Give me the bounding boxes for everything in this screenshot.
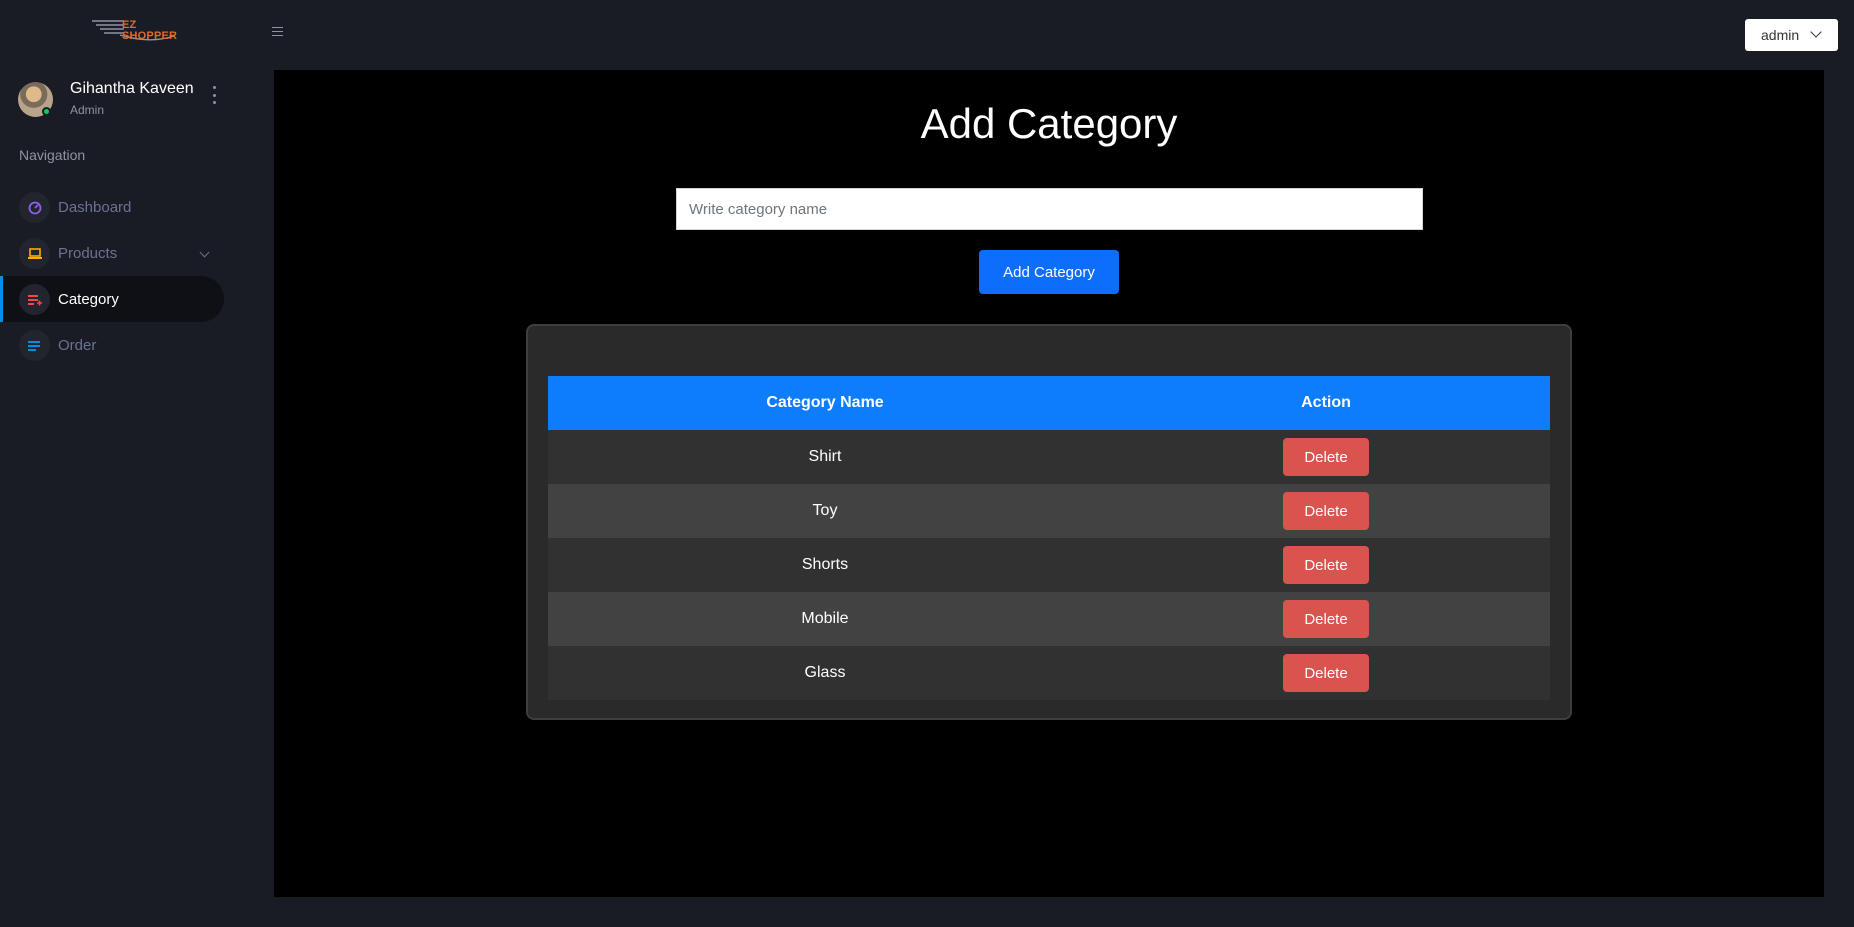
table-row: Shorts Delete <box>548 538 1550 592</box>
list-icon <box>19 330 50 361</box>
delete-button[interactable]: Delete <box>1283 600 1369 638</box>
action-cell: Delete <box>1102 646 1550 700</box>
user-menu-label: admin <box>1761 27 1800 43</box>
playlist-icon <box>19 284 50 315</box>
online-status-icon <box>42 107 51 116</box>
chevron-down-icon <box>1810 26 1822 38</box>
profile-role: Admin <box>70 103 105 117</box>
speedometer-icon <box>19 192 50 223</box>
sidebar-item-label: Order <box>58 336 97 354</box>
sidebar-item-order[interactable]: Order <box>0 322 224 368</box>
profile: Gihantha Kaveen Admin <box>18 80 228 120</box>
delete-button[interactable]: Delete <box>1283 492 1369 530</box>
sidebar-item-label: Products <box>58 244 118 262</box>
user-menu-button[interactable]: admin <box>1745 19 1838 51</box>
delete-button[interactable]: Delete <box>1283 546 1369 584</box>
main-content: Add Category Add Category Category Name … <box>274 70 1824 897</box>
add-category-button[interactable]: Add Category <box>979 250 1119 294</box>
sidebar-item-dashboard[interactable]: Dashboard <box>0 184 224 230</box>
nav-heading: Navigation <box>19 147 86 163</box>
column-header-action: Action <box>1102 376 1550 430</box>
profile-name: Gihantha Kaveen <box>70 80 194 97</box>
sidebar-nav: Dashboard Products Category Order <box>0 184 244 368</box>
sidebar-item-category[interactable]: Category <box>0 276 224 322</box>
category-name-cell: Shirt <box>548 430 1102 484</box>
delete-button[interactable]: Delete <box>1283 654 1369 692</box>
laptop-icon <box>19 238 50 269</box>
table-row: Mobile Delete <box>548 592 1550 646</box>
menu-toggle-icon[interactable] <box>272 27 283 36</box>
action-cell: Delete <box>1102 484 1550 538</box>
category-name-input[interactable] <box>676 188 1423 230</box>
category-name-cell: Shorts <box>548 538 1102 592</box>
more-options-icon[interactable] <box>210 86 218 104</box>
logo-text: EZ SHOPPER <box>122 19 178 42</box>
brand-logo[interactable]: EZ SHOPPER <box>90 18 178 46</box>
table-row: Glass Delete <box>548 646 1550 700</box>
action-cell: Delete <box>1102 538 1550 592</box>
sidebar: EZ SHOPPER Gihantha Kaveen Admin Navigati… <box>0 0 244 927</box>
table-row: Shirt Delete <box>548 430 1550 484</box>
category-name-cell: Glass <box>548 646 1102 700</box>
category-name-cell: Mobile <box>548 592 1102 646</box>
category-name-cell: Toy <box>548 484 1102 538</box>
table-header-row: Category Name Action <box>548 376 1550 430</box>
category-table-card: Category Name Action Shirt Delete Toy De… <box>526 324 1572 720</box>
sidebar-item-label: Dashboard <box>58 198 132 216</box>
column-header-category-name: Category Name <box>548 376 1102 430</box>
sidebar-item-products[interactable]: Products <box>0 230 224 276</box>
action-cell: Delete <box>1102 430 1550 484</box>
table-row: Toy Delete <box>548 484 1550 538</box>
chevron-down-icon <box>199 247 210 258</box>
delete-button[interactable]: Delete <box>1283 438 1369 476</box>
sidebar-item-label: Category <box>58 290 119 308</box>
category-table: Category Name Action Shirt Delete Toy De… <box>548 376 1550 700</box>
action-cell: Delete <box>1102 592 1550 646</box>
page-title: Add Category <box>920 100 1178 147</box>
